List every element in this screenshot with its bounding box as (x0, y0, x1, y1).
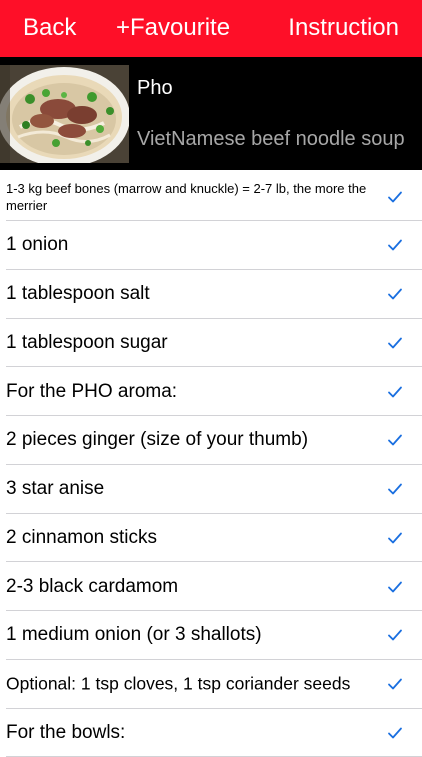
back-button[interactable]: Back (23, 12, 76, 44)
list-item[interactable]: 1 tablespoon sugar (0, 319, 422, 368)
ingredient-label: 1 tablespoon salt (6, 283, 382, 305)
ingredient-label: 2 cinnamon sticks (6, 527, 382, 549)
checkmark-icon (387, 580, 403, 594)
ingredient-label: 3 star anise (6, 478, 382, 500)
ingredient-label: 1-3 kg beef bones (marrow and knuckle) =… (6, 180, 374, 214)
ingredient-label: 1 tablespoon sugar (6, 332, 382, 354)
checkmark-icon (387, 385, 403, 399)
checkmark-icon (387, 238, 403, 252)
nav-bar: Back +Favourite Instruction (0, 0, 422, 57)
checkmark-icon (387, 287, 403, 301)
checkmark-icon (387, 677, 403, 691)
list-item[interactable]: 1 medium onion (or 3 shallots) (0, 611, 422, 660)
ingredient-label: Optional: 1 tsp cloves, 1 tsp coriander … (6, 674, 416, 695)
recipe-header: Pho VietNamese beef noodle soup (0, 57, 422, 170)
add-favourite-button[interactable]: +Favourite (116, 12, 230, 44)
recipe-title: Pho (137, 76, 173, 100)
checkmark-icon (387, 531, 403, 545)
ingredient-list: 1-3 kg beef bones (marrow and knuckle) =… (0, 172, 422, 757)
checkmark-icon (387, 190, 403, 204)
ingredient-label: 2 pieces ginger (size of your thumb) (6, 429, 382, 451)
checkmark-icon (387, 336, 403, 350)
list-item[interactable]: Optional: 1 tsp cloves, 1 tsp coriander … (0, 660, 422, 709)
checkmark-icon (387, 726, 403, 740)
list-item[interactable]: 2 pieces ginger (size of your thumb) (0, 416, 422, 465)
recipe-thumbnail (0, 65, 129, 163)
instruction-button[interactable]: Instruction (288, 12, 399, 44)
list-item[interactable]: For the PHO aroma: (0, 367, 422, 416)
checkmark-icon (387, 482, 403, 496)
list-item[interactable]: 1-3 kg beef bones (marrow and knuckle) =… (0, 172, 422, 221)
list-item[interactable]: 2-3 black cardamom (0, 562, 422, 611)
ingredient-label: For the PHO aroma: (6, 381, 382, 403)
recipe-subtitle: VietNamese beef noodle soup (137, 126, 405, 152)
list-item[interactable]: 2 cinnamon sticks (0, 514, 422, 563)
checkmark-icon (387, 628, 403, 642)
list-item[interactable]: 3 star anise (0, 465, 422, 514)
ingredient-label: 1 medium onion (or 3 shallots) (6, 624, 382, 646)
ingredient-label: For the bowls: (6, 722, 382, 744)
ingredient-label: 1 onion (6, 234, 382, 256)
list-item[interactable]: 1 tablespoon salt (0, 270, 422, 319)
ingredient-label: 2-3 black cardamom (6, 576, 382, 598)
checkmark-icon (387, 433, 403, 447)
list-item[interactable]: 1 onion (0, 221, 422, 270)
